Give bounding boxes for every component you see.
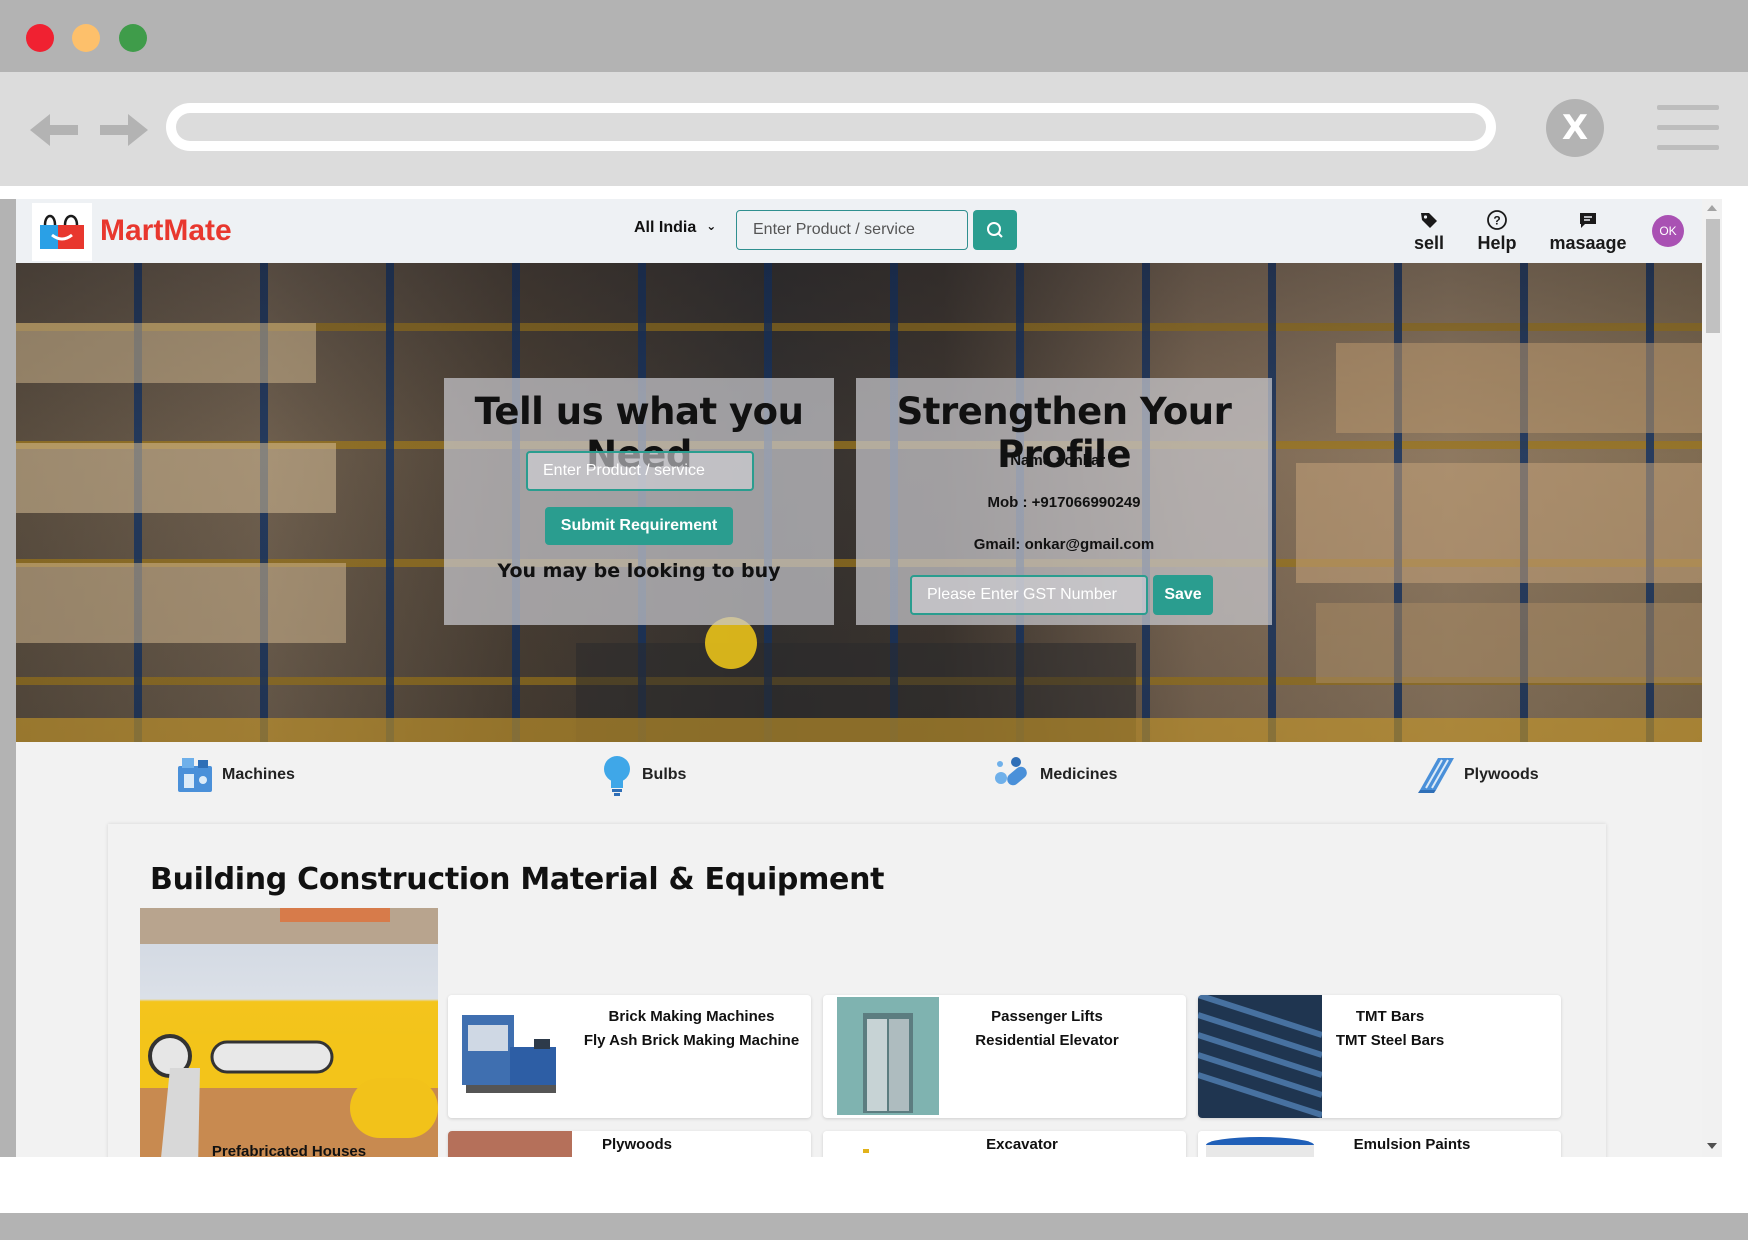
emulsion-paint-image [1198, 1131, 1322, 1157]
passenger-lift-image [837, 997, 939, 1115]
product-card[interactable]: Emulsion Paints [1198, 1131, 1561, 1157]
profile-panel: Strengthen Your Profile Name : onkar k M… [856, 378, 1272, 625]
tmt-bars-image [1198, 995, 1322, 1118]
site-header: MartMate All India ⌄ Enter Product / serv… [16, 199, 1702, 263]
tag-icon [1421, 213, 1437, 228]
message-icon [1580, 213, 1596, 228]
category-plywoods-label: Plywoods [1464, 766, 1539, 783]
product-title[interactable]: Brick Making Machines [572, 1005, 811, 1029]
shopping-bag-logo-icon [40, 214, 84, 249]
window-close-dot[interactable] [26, 24, 54, 52]
product-subtitle[interactable]: Residential Elevator [947, 1029, 1147, 1053]
prefabricated-houses-image [140, 908, 438, 1157]
back-arrow-icon[interactable] [30, 110, 80, 150]
profile-mobile: Mob : +917066990249 [987, 494, 1141, 511]
product-title[interactable]: Passenger Lifts [947, 1005, 1147, 1029]
category-machines[interactable]: Machines [176, 754, 316, 798]
save-gst-button[interactable]: Save [1153, 575, 1213, 615]
product-card[interactable]: Excavator [823, 1131, 1186, 1157]
product-card-text: Brick Making Machines Fly Ash Brick Maki… [572, 1005, 811, 1053]
product-card-text: Emulsion Paints [1322, 1133, 1502, 1157]
page-scrollbar[interactable] [1702, 199, 1722, 1157]
product-title[interactable]: TMT Bars [1322, 1005, 1458, 1029]
location-label: All India [634, 219, 697, 236]
address-bar-field[interactable] [176, 113, 1486, 141]
window-maximize-dot[interactable] [119, 24, 147, 52]
product-card-text: Excavator [947, 1133, 1097, 1157]
category-section: Building Construction Material & Equipme… [108, 824, 1606, 1157]
nav-sell-label: sell [1413, 233, 1445, 253]
product-card[interactable]: Plywoods [448, 1131, 811, 1157]
nav-message[interactable]: masaage [1548, 209, 1628, 254]
scroll-down-arrow-icon[interactable] [1707, 1143, 1717, 1149]
excavator-image [823, 1131, 947, 1157]
brand-name[interactable]: MartMate [100, 214, 232, 248]
nav-sell[interactable]: sell [1406, 209, 1452, 254]
browser-toolbar: X [0, 72, 1748, 186]
requirement-panel: Tell us what you Need Enter Product / se… [444, 378, 834, 625]
category-bulbs[interactable]: Bulbs [600, 754, 710, 798]
location-select[interactable]: All India ⌄ [634, 219, 716, 237]
brick-machine-image [448, 995, 572, 1118]
product-card[interactable]: Brick Making Machines Fly Ash Brick Maki… [448, 995, 811, 1118]
hero-banner: Tell us what you Need Enter Product / se… [16, 263, 1702, 742]
section-title: Building Construction Material & Equipme… [150, 862, 885, 897]
category-medicines-label: Medicines [1040, 766, 1118, 783]
category-medicines[interactable]: Medicines [992, 754, 1132, 798]
help-circle-icon: ? [1487, 210, 1507, 230]
close-icon: X [1561, 108, 1589, 148]
nav-help[interactable]: ? Help [1472, 209, 1522, 254]
product-card[interactable]: Passenger Lifts Residential Elevator [823, 995, 1186, 1118]
bulb-icon [604, 756, 630, 796]
requirement-input[interactable]: Enter Product / service [526, 451, 754, 491]
scroll-up-arrow-icon[interactable] [1707, 205, 1717, 211]
search-button[interactable] [973, 210, 1017, 250]
product-card-text: TMT Bars TMT Steel Bars [1322, 1005, 1458, 1053]
suggestions-heading: You may be looking to buy [497, 560, 781, 582]
search-icon [987, 222, 1003, 238]
window-minimize-dot[interactable] [72, 24, 100, 52]
feature-card[interactable]: Prefabricated Houses [140, 908, 438, 1157]
pills-icon [995, 757, 1027, 786]
feature-card-label: Prefabricated Houses [211, 1143, 367, 1157]
chevron-down-icon: ⌄ [706, 219, 717, 233]
gst-number-input[interactable]: Please Enter GST Number [910, 575, 1148, 615]
plywood-image [448, 1131, 572, 1157]
nav-message-label: masaage [1549, 233, 1627, 253]
product-card-text: Passenger Lifts Residential Elevator [947, 1005, 1147, 1053]
product-title[interactable]: Plywoods [572, 1133, 702, 1157]
forward-arrow-icon[interactable] [98, 110, 148, 150]
viewport-bottom-strip [0, 1157, 1722, 1213]
page-viewport: MartMate All India ⌄ Enter Product / serv… [16, 199, 1722, 1157]
product-card-text: Plywoods [572, 1133, 702, 1157]
product-title[interactable]: Excavator [947, 1133, 1097, 1157]
search-input[interactable]: Enter Product / service [736, 210, 968, 250]
avatar[interactable]: OK [1652, 215, 1684, 247]
window-titlebar [0, 0, 1748, 72]
plywood-icon [1418, 758, 1454, 793]
viewport-top-gap [0, 186, 1722, 199]
product-card[interactable]: TMT Bars TMT Steel Bars [1198, 995, 1561, 1118]
close-tab-button[interactable]: X [1546, 99, 1604, 157]
product-title[interactable]: Emulsion Paints [1322, 1133, 1502, 1157]
machine-icon [178, 758, 212, 792]
logo[interactable] [32, 203, 92, 261]
profile-name: Name : onkar k [1010, 452, 1118, 469]
category-bulbs-label: Bulbs [642, 766, 687, 783]
product-subtitle[interactable]: TMT Steel Bars [1322, 1029, 1458, 1053]
nav-help-label: Help [1477, 233, 1517, 253]
viewport-right-gap [1722, 186, 1748, 1213]
submit-requirement-button[interactable]: Submit Requirement [545, 507, 733, 545]
scrollbar-thumb[interactable] [1706, 219, 1720, 333]
product-subtitle[interactable]: Fly Ash Brick Making Machine [572, 1029, 811, 1053]
category-plywoods[interactable]: Plywoods [1418, 754, 1558, 798]
svg-text:?: ? [1493, 214, 1500, 228]
address-bar[interactable] [166, 103, 1496, 151]
category-machines-label: Machines [222, 766, 295, 783]
profile-gmail: Gmail: onkar@gmail.com [973, 536, 1155, 553]
menu-icon[interactable] [1657, 105, 1719, 151]
